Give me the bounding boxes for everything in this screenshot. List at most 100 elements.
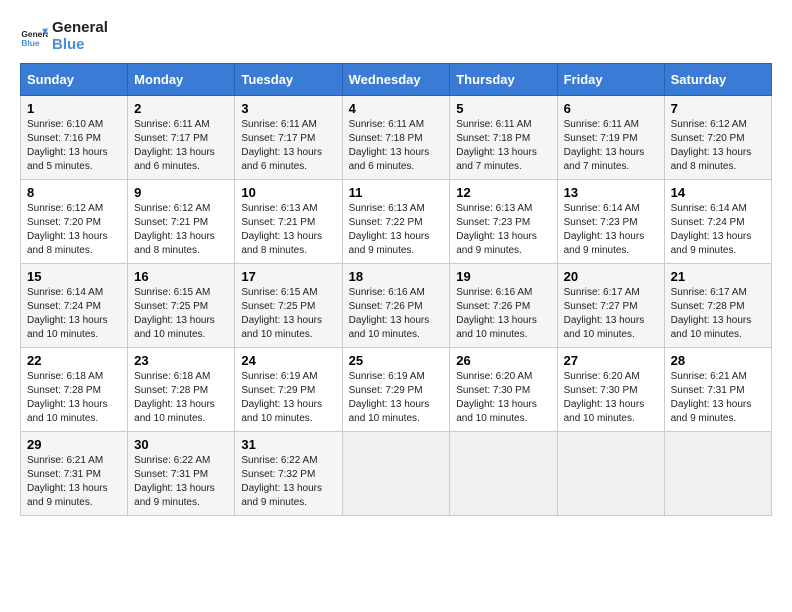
day-info: Sunrise: 6:11 AMSunset: 7:18 PMDaylight:…: [349, 118, 444, 174]
calendar-week-3: 15Sunrise: 6:14 AMSunset: 7:24 PMDayligh…: [21, 264, 772, 348]
day-number: 14: [671, 185, 765, 200]
calendar-cell: 17 Sunrise: 6:15 AMSunset: 7:25 PMDayligh…: [235, 264, 342, 348]
calendar-cell: [450, 432, 557, 516]
day-info: Sunrise: 6:14 AMSunset: 7:24 PMDaylight:…: [27, 286, 121, 342]
day-number: 17: [241, 269, 335, 284]
day-info: Sunrise: 6:22 AMSunset: 7:32 PMDaylight:…: [241, 454, 335, 510]
day-number: 5: [456, 101, 550, 116]
day-info: Sunrise: 6:12 AMSunset: 7:20 PMDaylight:…: [27, 202, 121, 258]
calendar-week-2: 8 Sunrise: 6:12 AMSunset: 7:20 PMDaylight…: [21, 180, 772, 264]
col-header-saturday: Saturday: [664, 64, 771, 96]
day-info: Sunrise: 6:11 AMSunset: 7:19 PMDaylight:…: [564, 118, 658, 174]
day-info: Sunrise: 6:15 AMSunset: 7:25 PMDaylight:…: [241, 286, 335, 342]
calendar-cell: 4 Sunrise: 6:11 AMSunset: 7:18 PMDaylight…: [342, 96, 450, 180]
calendar-cell: 9Sunrise: 6:12 AMSunset: 7:21 PMDaylight…: [128, 180, 235, 264]
calendar-cell: [664, 432, 771, 516]
col-header-friday: Friday: [557, 64, 664, 96]
col-header-tuesday: Tuesday: [235, 64, 342, 96]
calendar-header-row: SundayMondayTuesdayWednesdayThursdayFrid…: [21, 64, 772, 96]
calendar-cell: 21 Sunrise: 6:17 AMSunset: 7:28 PMDayligh…: [664, 264, 771, 348]
day-info: Sunrise: 6:13 AMSunset: 7:21 PMDaylight:…: [241, 202, 335, 258]
day-number: 28: [671, 353, 765, 368]
day-number: 21: [671, 269, 765, 284]
calendar-cell: 15Sunrise: 6:14 AMSunset: 7:24 PMDayligh…: [21, 264, 128, 348]
calendar-cell: [557, 432, 664, 516]
day-number: 12: [456, 185, 550, 200]
calendar-cell: 10 Sunrise: 6:13 AMSunset: 7:21 PMDayligh…: [235, 180, 342, 264]
day-number: 4: [349, 101, 444, 116]
day-info: Sunrise: 6:16 AMSunset: 7:26 PMDaylight:…: [456, 286, 550, 342]
day-number: 23: [134, 353, 228, 368]
calendar-cell: 6 Sunrise: 6:11 AMSunset: 7:19 PMDaylight…: [557, 96, 664, 180]
calendar-cell: 7 Sunrise: 6:12 AMSunset: 7:20 PMDaylight…: [664, 96, 771, 180]
calendar-cell: 14 Sunrise: 6:14 AMSunset: 7:24 PMDayligh…: [664, 180, 771, 264]
page-header: General Blue General Blue: [20, 20, 772, 53]
calendar-cell: 11Sunrise: 6:13 AMSunset: 7:22 PMDayligh…: [342, 180, 450, 264]
col-header-sunday: Sunday: [21, 64, 128, 96]
day-info: Sunrise: 6:11 AMSunset: 7:17 PMDaylight:…: [241, 118, 335, 174]
day-info: Sunrise: 6:19 AMSunset: 7:29 PMDaylight:…: [241, 370, 335, 426]
day-number: 31: [241, 437, 335, 452]
calendar-cell: 5 Sunrise: 6:11 AMSunset: 7:18 PMDaylight…: [450, 96, 557, 180]
day-number: 30: [134, 437, 228, 452]
calendar-week-4: 22 Sunrise: 6:18 AMSunset: 7:28 PMDayligh…: [21, 348, 772, 432]
day-info: Sunrise: 6:13 AMSunset: 7:23 PMDaylight:…: [456, 202, 550, 258]
logo-blue: Blue: [52, 37, 108, 54]
day-info: Sunrise: 6:18 AMSunset: 7:28 PMDaylight:…: [27, 370, 121, 426]
calendar-table: SundayMondayTuesdayWednesdayThursdayFrid…: [20, 63, 772, 516]
calendar-cell: 25Sunrise: 6:19 AMSunset: 7:29 PMDayligh…: [342, 348, 450, 432]
day-number: 13: [564, 185, 658, 200]
day-number: 18: [349, 269, 444, 284]
day-number: 27: [564, 353, 658, 368]
day-info: Sunrise: 6:15 AMSunset: 7:25 PMDaylight:…: [134, 286, 228, 342]
calendar-cell: 12 Sunrise: 6:13 AMSunset: 7:23 PMDayligh…: [450, 180, 557, 264]
calendar-cell: 16Sunrise: 6:15 AMSunset: 7:25 PMDayligh…: [128, 264, 235, 348]
logo-general: General: [52, 20, 108, 37]
col-header-monday: Monday: [128, 64, 235, 96]
day-number: 26: [456, 353, 550, 368]
calendar-cell: 3 Sunrise: 6:11 AMSunset: 7:17 PMDaylight…: [235, 96, 342, 180]
calendar-cell: 1Sunrise: 6:10 AMSunset: 7:16 PMDaylight…: [21, 96, 128, 180]
calendar-cell: 19Sunrise: 6:16 AMSunset: 7:26 PMDayligh…: [450, 264, 557, 348]
day-info: Sunrise: 6:18 AMSunset: 7:28 PMDaylight:…: [134, 370, 228, 426]
day-number: 3: [241, 101, 335, 116]
day-number: 7: [671, 101, 765, 116]
calendar-week-5: 29 Sunrise: 6:21 AMSunset: 7:31 PMDayligh…: [21, 432, 772, 516]
day-info: Sunrise: 6:14 AMSunset: 7:23 PMDaylight:…: [564, 202, 658, 258]
day-info: Sunrise: 6:14 AMSunset: 7:24 PMDaylight:…: [671, 202, 765, 258]
day-number: 2: [134, 101, 228, 116]
day-number: 10: [241, 185, 335, 200]
day-info: Sunrise: 6:16 AMSunset: 7:26 PMDaylight:…: [349, 286, 444, 342]
calendar-cell: 27 Sunrise: 6:20 AMSunset: 7:30 PMDayligh…: [557, 348, 664, 432]
day-info: Sunrise: 6:13 AMSunset: 7:22 PMDaylight:…: [349, 202, 444, 258]
calendar-cell: 29 Sunrise: 6:21 AMSunset: 7:31 PMDayligh…: [21, 432, 128, 516]
day-info: Sunrise: 6:11 AMSunset: 7:17 PMDaylight:…: [134, 118, 228, 174]
col-header-wednesday: Wednesday: [342, 64, 450, 96]
day-info: Sunrise: 6:19 AMSunset: 7:29 PMDaylight:…: [349, 370, 444, 426]
calendar-cell: 18 Sunrise: 6:16 AMSunset: 7:26 PMDayligh…: [342, 264, 450, 348]
calendar-week-1: 1Sunrise: 6:10 AMSunset: 7:16 PMDaylight…: [21, 96, 772, 180]
day-number: 29: [27, 437, 121, 452]
calendar-cell: 22 Sunrise: 6:18 AMSunset: 7:28 PMDayligh…: [21, 348, 128, 432]
day-number: 20: [564, 269, 658, 284]
day-info: Sunrise: 6:21 AMSunset: 7:31 PMDaylight:…: [27, 454, 121, 510]
calendar-cell: 23 Sunrise: 6:18 AMSunset: 7:28 PMDayligh…: [128, 348, 235, 432]
col-header-thursday: Thursday: [450, 64, 557, 96]
day-info: Sunrise: 6:11 AMSunset: 7:18 PMDaylight:…: [456, 118, 550, 174]
day-number: 1: [27, 101, 121, 116]
calendar-cell: [342, 432, 450, 516]
day-info: Sunrise: 6:17 AMSunset: 7:28 PMDaylight:…: [671, 286, 765, 342]
day-info: Sunrise: 6:17 AMSunset: 7:27 PMDaylight:…: [564, 286, 658, 342]
calendar-cell: 2 Sunrise: 6:11 AMSunset: 7:17 PMDaylight…: [128, 96, 235, 180]
day-info: Sunrise: 6:22 AMSunset: 7:31 PMDaylight:…: [134, 454, 228, 510]
day-info: Sunrise: 6:12 AMSunset: 7:20 PMDaylight:…: [671, 118, 765, 174]
logo: General Blue General Blue: [20, 20, 108, 53]
day-info: Sunrise: 6:12 AMSunset: 7:21 PMDaylight:…: [134, 202, 228, 258]
day-number: 6: [564, 101, 658, 116]
calendar-cell: 30 Sunrise: 6:22 AMSunset: 7:31 PMDayligh…: [128, 432, 235, 516]
day-info: Sunrise: 6:21 AMSunset: 7:31 PMDaylight:…: [671, 370, 765, 426]
day-number: 8: [27, 185, 121, 200]
calendar-cell: 13 Sunrise: 6:14 AMSunset: 7:23 PMDayligh…: [557, 180, 664, 264]
day-info: Sunrise: 6:20 AMSunset: 7:30 PMDaylight:…: [564, 370, 658, 426]
day-number: 22: [27, 353, 121, 368]
